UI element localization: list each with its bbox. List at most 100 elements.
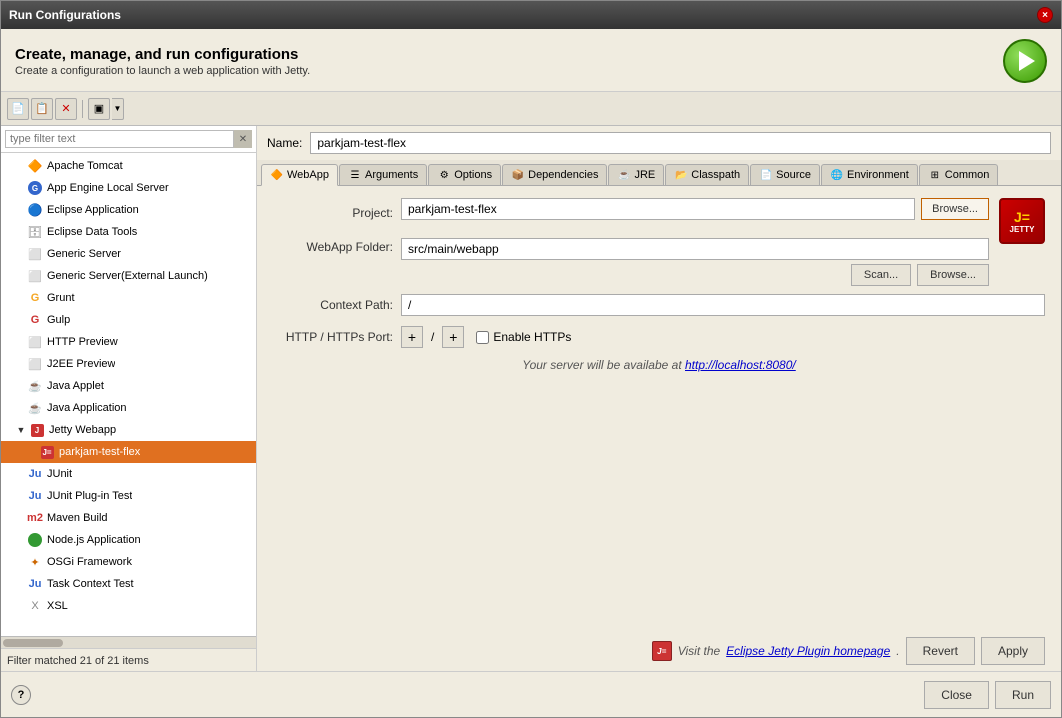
server-link[interactable]: http://localhost:8080/ <box>685 358 796 372</box>
tab-arguments[interactable]: ☰Arguments <box>339 164 427 185</box>
main-content: ✕ 🔶Apache Tomcat G App Engine Local Server… <box>1 126 1061 671</box>
icon-j2ee-preview: ⬜ <box>27 356 43 372</box>
port-label: HTTP / HTTPs Port: <box>273 330 393 344</box>
revert-apply-row: J= Visit the Eclipse Jetty Plugin homepa… <box>257 633 1061 671</box>
enable-https-checkbox[interactable] <box>476 331 489 344</box>
tab-jre[interactable]: ☕JRE <box>608 164 664 185</box>
sidebar-item-xsl[interactable]: XXSL <box>1 595 256 617</box>
close-button[interactable]: Close <box>924 681 989 709</box>
sidebar-item-generic-server-ext[interactable]: ⬜Generic Server(External Launch) <box>1 265 256 287</box>
sidebar-item-app-engine[interactable]: G App Engine Local Server <box>1 177 256 199</box>
sidebar-footer: Filter matched 21 of 21 items <box>1 648 256 671</box>
jetty-footer-text: Visit the <box>678 644 720 658</box>
bottom-left: ? <box>11 685 31 705</box>
label-eclipse-app: Eclipse Application <box>47 204 139 216</box>
header: Create, manage, and run configurations C… <box>1 29 1061 92</box>
label-generic-server-ext: Generic Server(External Launch) <box>47 270 208 282</box>
run-button[interactable]: Run <box>995 681 1051 709</box>
jetty-logo: J= JETTY <box>999 198 1045 244</box>
icon-java-app: ☕ <box>27 400 43 416</box>
help-button[interactable]: ? <box>11 685 31 705</box>
project-label: Project: <box>273 206 393 220</box>
tab-common[interactable]: ⊞Common <box>919 164 999 185</box>
label-task-context: Task Context Test <box>47 578 134 590</box>
panel-content: J= JETTY Project: Browse... <box>257 186 1061 633</box>
sidebar-item-http-preview[interactable]: ⬜HTTP Preview <box>1 331 256 353</box>
sidebar-item-task-context[interactable]: JuTask Context Test <box>1 573 256 595</box>
window-close-button[interactable]: × <box>1037 7 1053 23</box>
label-maven-build: Maven Build <box>47 512 108 524</box>
port-controls: + / + Enable HTTPs <box>401 326 571 348</box>
tab-classpath[interactable]: 📂Classpath <box>665 164 749 185</box>
copy-config-button[interactable]: 📋 <box>31 98 53 120</box>
sidebar-item-grunt[interactable]: GGrunt <box>1 287 256 309</box>
context-path-input[interactable] <box>401 294 1045 316</box>
bottom-right: Close Run <box>924 681 1051 709</box>
icon-junit-plugin: Ju <box>27 488 43 504</box>
webapp-folder-field: Scan... Browse... <box>401 238 989 286</box>
webapp-browse-button[interactable]: Browse... <box>917 264 989 286</box>
sidebar-item-generic-server[interactable]: ⬜Generic Server <box>1 243 256 265</box>
sidebar-item-java-app[interactable]: ☕Java Application <box>1 397 256 419</box>
sidebar-item-junit-plugin[interactable]: JuJUnit Plug-in Test <box>1 485 256 507</box>
tab-options[interactable]: ⚙Options <box>428 164 501 185</box>
scrollbar-thumb <box>3 639 63 647</box>
label-eclipse-data: Eclipse Data Tools <box>47 226 137 238</box>
sidebar-item-jetty-webapp[interactable]: ▼JJetty Webapp <box>1 419 256 441</box>
label-junit: JUnit <box>47 468 72 480</box>
webapp-folder-label: WebApp Folder: <box>273 240 393 254</box>
sidebar-item-osgi[interactable]: ✦OSGi Framework <box>1 551 256 573</box>
sidebar-item-java-applet[interactable]: ☕Java Applet <box>1 375 256 397</box>
apply-button[interactable]: Apply <box>981 637 1045 665</box>
icon-osgi: ✦ <box>27 554 43 570</box>
webapp-folder-input[interactable] <box>401 238 989 260</box>
sidebar-item-gulp[interactable]: GGulp <box>1 309 256 331</box>
header-text: Create, manage, and run configurations C… <box>15 46 310 77</box>
server-message: Your server will be availabe at http://l… <box>273 358 1045 372</box>
filter-input[interactable] <box>5 130 234 148</box>
filter-box: ✕ <box>1 126 256 153</box>
project-row: Project: Browse... <box>273 198 989 228</box>
label-jetty-webapp: Jetty Webapp <box>49 424 116 436</box>
sidebar-item-eclipse-data[interactable]: 🗄Eclipse Data Tools <box>1 221 256 243</box>
sidebar-item-maven-build[interactable]: m2 Maven Build <box>1 507 256 529</box>
horizontal-scrollbar[interactable] <box>1 636 256 648</box>
project-browse-button[interactable]: Browse... <box>921 198 989 220</box>
jetty-footer: J= Visit the Eclipse Jetty Plugin homepa… <box>273 641 900 661</box>
sidebar-item-eclipse-app[interactable]: 🔵Eclipse Application <box>1 199 256 221</box>
tab-source[interactable]: 📄Source <box>750 164 820 185</box>
jetty-homepage-link[interactable]: Eclipse Jetty Plugin homepage <box>726 644 890 658</box>
header-subtitle: Create a configuration to launch a web a… <box>15 65 310 77</box>
project-input[interactable] <box>401 198 915 220</box>
tab-dependencies[interactable]: 📦Dependencies <box>502 164 607 185</box>
revert-button[interactable]: Revert <box>906 637 975 665</box>
https-port-add-button[interactable]: + <box>442 326 464 348</box>
name-input[interactable] <box>310 132 1051 154</box>
port-separator: / <box>427 330 438 344</box>
server-msg-text: Your server will be availabe at <box>522 358 681 372</box>
tree-toggle-jetty-webapp[interactable]: ▼ <box>15 424 27 436</box>
dropdown-arrow-button[interactable]: ▼ <box>112 98 124 120</box>
sidebar-item-nodejs-app[interactable]: Node.js Application <box>1 529 256 551</box>
icon-maven-build: m2 <box>27 510 43 526</box>
delete-config-button[interactable]: ✕ <box>55 98 77 120</box>
tab-webapp[interactable]: 🔶WebApp <box>261 164 338 186</box>
sidebar-item-apache-tomcat[interactable]: 🔶Apache Tomcat <box>1 155 256 177</box>
icon-http-preview: ⬜ <box>27 334 43 350</box>
tab-environment[interactable]: 🌐Environment <box>821 164 918 185</box>
tabs: 🔶WebApp☰Arguments⚙Options📦Dependencies☕J… <box>257 160 1061 186</box>
icon-app-engine: G <box>27 180 43 196</box>
label-generic-server: Generic Server <box>47 248 121 260</box>
http-port-add-button[interactable]: + <box>401 326 423 348</box>
scan-button[interactable]: Scan... <box>851 264 911 286</box>
toolbar-separator <box>82 100 83 118</box>
sidebar-item-j2ee-preview[interactable]: ⬜J2EE Preview <box>1 353 256 375</box>
toolbar-dropdown: ▼ <box>112 98 124 120</box>
filter-clear-button[interactable]: ✕ <box>234 130 252 148</box>
sidebar-item-parkjam-test-flex[interactable]: J=parkjam-test-flex <box>1 441 256 463</box>
sidebar-item-junit[interactable]: JuJUnit <box>1 463 256 485</box>
label-app-engine: App Engine Local Server <box>47 182 169 194</box>
new-config-button[interactable]: 📄 <box>7 98 29 120</box>
filter-config-button[interactable]: ▣ <box>88 98 110 120</box>
icon-nodejs-app <box>27 532 43 548</box>
